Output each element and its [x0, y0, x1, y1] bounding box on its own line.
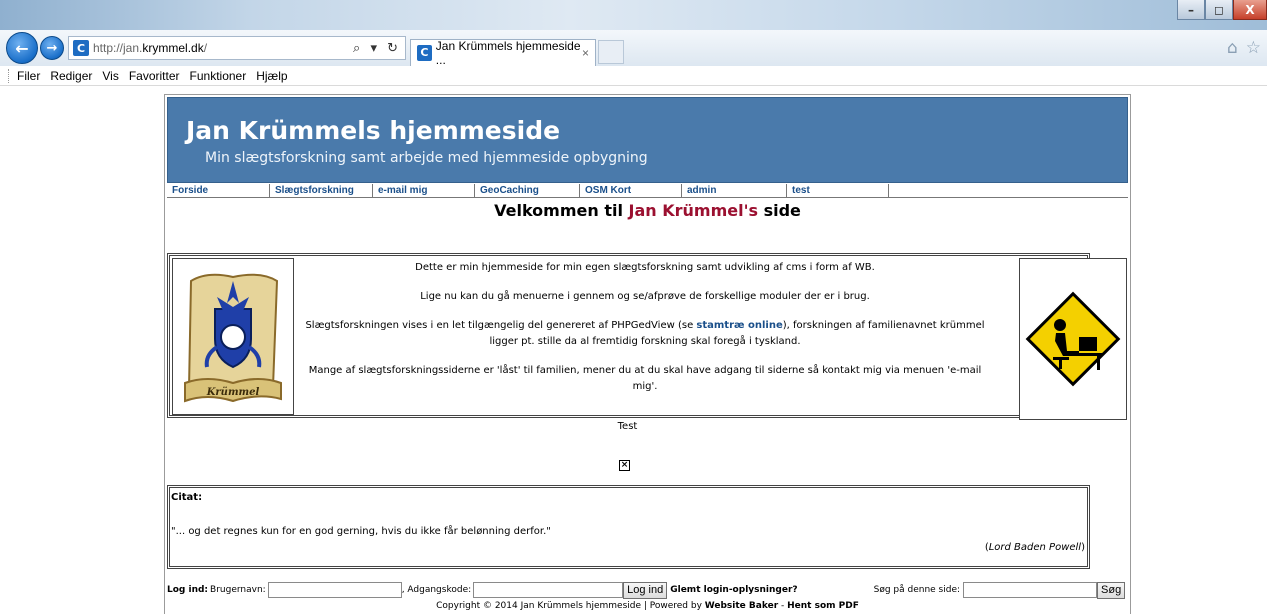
favorites-star-icon[interactable]: ☆ — [1246, 38, 1261, 58]
site-search-input[interactable] — [963, 582, 1098, 598]
site-favicon-icon: C — [73, 40, 89, 56]
nav-slaegtsforskning[interactable]: Slægtsforskning — [270, 184, 373, 198]
intro-paragraph-4: Mange af slægtsforskningssiderne er 'lås… — [308, 365, 982, 392]
window-titlebar: – ◻ X — [0, 0, 1267, 30]
url-domain: krymmel.dk — [142, 41, 204, 55]
nav-geocaching[interactable]: GeoCaching — [475, 184, 580, 198]
working-at-computer-icon — [1025, 291, 1121, 387]
menu-funktioner[interactable]: Funktioner — [190, 69, 247, 83]
page-container: Jan Krümmels hjemmeside Min slægtsforskn… — [164, 94, 1131, 614]
site-banner: Jan Krümmels hjemmeside Min slægtsforskn… — [167, 97, 1128, 183]
quote-label: Citat: — [171, 492, 203, 503]
copyright-separator: - — [778, 601, 788, 611]
quote-author-name: Lord Baden Powell — [988, 542, 1082, 553]
minimize-button[interactable]: – — [1177, 0, 1205, 20]
scroll-crest-icon: Krümmel — [184, 273, 282, 402]
forward-button[interactable]: → — [40, 36, 64, 60]
maximize-button[interactable]: ◻ — [1205, 0, 1233, 20]
password-input[interactable] — [473, 582, 624, 598]
url-protocol: http://jan. — [93, 41, 143, 55]
quote-box: Citat: "... og det regnes kun for en god… — [167, 485, 1090, 569]
new-tab-button[interactable] — [598, 40, 624, 64]
back-button[interactable]: ← — [6, 32, 38, 64]
welcome-heading: Velkommen til Jan Krümmel's side — [165, 201, 1130, 220]
tab-title: Jan Krümmels hjemmeside ... — [435, 38, 581, 67]
browser-tab[interactable]: C Jan Krümmels hjemmeside ... × — [410, 38, 596, 67]
computer-sign-image — [1019, 258, 1127, 420]
crest-label: Krümmel — [206, 387, 260, 398]
intro-paragraph-1: Dette er min hjemmeside for min egen slæ… — [415, 262, 875, 273]
username-label: Brugernavn: — [210, 585, 266, 595]
menu-hjaelp[interactable]: Hjælp — [256, 69, 287, 83]
tab-favicon-icon: C — [417, 44, 432, 61]
home-icon[interactable]: ⌂ — [1227, 38, 1238, 58]
password-label: , Adgangskode: — [401, 585, 472, 595]
intro-table: Krümmel Dette er min hjemmeside for min … — [167, 253, 1127, 420]
quote-inner: Citat: "... og det regnes kun for en god… — [169, 487, 1088, 567]
browser-navbar: ← → C http://jan. krymmel.dk / ⌕ ▾ ↻ C Jan… — [0, 30, 1267, 67]
search-label: Søg på denne side: — [873, 585, 961, 595]
browser-menubar: Filer Rediger Vis Favoritter Funktioner … — [0, 66, 1267, 86]
site-subtitle: Min slægtsforskning samt arbejde med hje… — [205, 150, 648, 166]
search-button[interactable]: Søg — [1097, 581, 1126, 599]
forgot-login-link[interactable]: Glemt login-oplysninger? — [670, 585, 797, 595]
browser-right-tools: ⌂ ☆ — [1227, 38, 1261, 58]
welcome-suffix: side — [758, 201, 801, 220]
login-button[interactable]: Log ind — [623, 581, 668, 599]
url-path: / — [203, 41, 208, 55]
menu-vis[interactable]: Vis — [102, 69, 118, 83]
address-bar[interactable]: C http://jan. krymmel.dk / ⌕ ▾ ↻ — [68, 36, 406, 60]
nav-test[interactable]: test — [787, 184, 889, 198]
intro-inner: Krümmel Dette er min hjemmeside for min … — [169, 255, 1127, 420]
broken-image-icon: × — [619, 460, 630, 471]
nav-osm-kort[interactable]: OSM Kort — [580, 184, 682, 198]
footer-copyright: Copyright © 2014 Jan Krümmels hjemmeside… — [165, 601, 1130, 611]
family-crest-image: Krümmel — [172, 258, 294, 415]
window-controls: – ◻ X — [1177, 0, 1267, 24]
username-input[interactable] — [267, 582, 402, 598]
pdf-link[interactable]: Hent som PDF — [787, 601, 859, 611]
forward-arrow-icon: → — [46, 40, 58, 56]
quote-text: "... og det regnes kun for en god gernin… — [171, 526, 551, 537]
website-baker-link[interactable]: Website Baker — [705, 601, 778, 611]
back-arrow-icon: ← — [15, 38, 29, 58]
intro-text: Dette er min hjemmeside for min egen slæ… — [302, 260, 988, 408]
intro-paragraph-3: Slægtsforskningen vises i en let tilgæng… — [302, 318, 988, 350]
site-title: Jan Krümmels hjemmeside — [186, 116, 561, 145]
menu-filer[interactable]: Filer — [17, 69, 40, 83]
welcome-name: Jan Krümmel's — [628, 201, 759, 220]
close-window-button[interactable]: X — [1233, 0, 1267, 20]
login-row: Log ind: Brugernavn: , Adgangskode: Log … — [167, 581, 1130, 599]
menu-favoritter[interactable]: Favoritter — [129, 69, 180, 83]
nav-admin[interactable]: admin — [682, 184, 787, 198]
menubar-grip — [8, 68, 11, 83]
login-label: Log ind: — [167, 585, 209, 595]
nav-email[interactable]: e-mail mig — [373, 184, 475, 198]
nav-forside[interactable]: Forside — [167, 184, 270, 198]
intro-paragraph-2: Lige nu kan du gå menuerne i gennem og s… — [420, 291, 870, 302]
menu-rediger[interactable]: Rediger — [50, 69, 92, 83]
welcome-prefix: Velkommen til — [494, 201, 629, 220]
stamtrae-online-link[interactable]: stamtræ online — [696, 320, 782, 331]
tab-close-icon[interactable]: × — [582, 46, 589, 60]
quote-author: (Lord Baden Powell) — [985, 542, 1085, 553]
copyright-text: Copyright © 2014 Jan Krümmels hjemmeside… — [436, 601, 705, 611]
test-label: Test — [617, 421, 638, 432]
site-nav: Forside Slægtsforskning e-mail mig GeoCa… — [167, 184, 1128, 198]
quote-author-close: ) — [1081, 542, 1085, 553]
intro-p3-start: Slægtsforskningen vises i en let tilgæng… — [305, 320, 697, 331]
search-refresh-icons[interactable]: ⌕ ▾ ↻ — [353, 41, 401, 56]
